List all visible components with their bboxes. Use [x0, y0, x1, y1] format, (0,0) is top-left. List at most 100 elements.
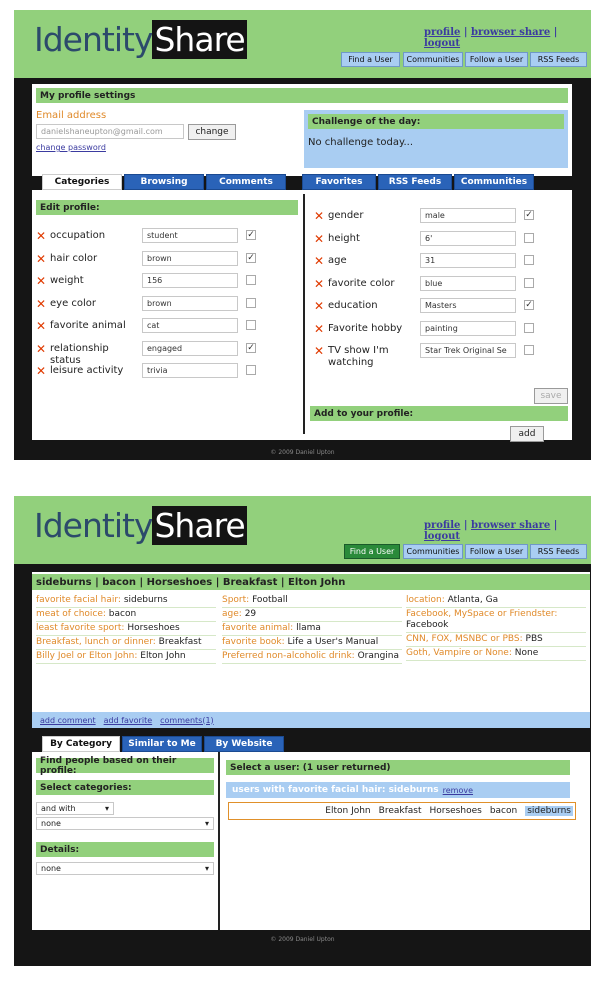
details-select[interactable]: none ▾ [36, 862, 214, 875]
field-value[interactable]: 31 [420, 253, 516, 268]
field-label: weight [50, 275, 84, 286]
remove-icon[interactable]: ✕ [36, 365, 46, 377]
change-password-link[interactable]: change password [36, 143, 106, 152]
remove-icon[interactable]: ✕ [36, 230, 46, 242]
attribute-value: PBS [525, 634, 543, 644]
add-button[interactable]: add [510, 426, 544, 442]
tab-rss-feeds[interactable]: RSS Feeds [378, 174, 452, 190]
visibility-checkbox[interactable]: ✓ [246, 230, 256, 240]
visibility-checkbox[interactable]: ✓ [246, 342, 256, 353]
attribute-key: favorite book: [222, 637, 285, 647]
nav-find-user[interactable]: Find a User [341, 52, 400, 67]
field-value[interactable]: Masters [420, 298, 516, 313]
remove-icon[interactable]: ✕ [36, 298, 46, 310]
nav-communities[interactable]: Communities [403, 544, 463, 559]
and-with-select[interactable]: and with ▾ [36, 802, 114, 815]
visibility-checkbox[interactable] [524, 255, 534, 265]
tab-comments[interactable]: Comments [206, 174, 286, 190]
browser-share-link[interactable]: browser share [471, 27, 550, 38]
nav-follow-user[interactable]: Follow a User [465, 52, 528, 67]
remove-icon[interactable]: ✕ [314, 278, 324, 290]
profile-card: sideburns | bacon | Horseshoes | Breakfa… [32, 572, 590, 728]
field-value[interactable]: trivia [142, 363, 238, 378]
logo[interactable]: IdentityShare [34, 20, 247, 59]
nav-rss-feeds[interactable]: RSS Feeds [530, 544, 587, 559]
field-value[interactable]: 156 [142, 273, 238, 288]
nav-find-user[interactable]: Find a User [344, 544, 400, 559]
save-button[interactable]: save [534, 388, 568, 404]
visibility-checkbox[interactable] [524, 322, 534, 333]
field-value[interactable]: engaged [142, 340, 238, 356]
result-row[interactable]: Elton John Breakfast Horseshoes bacon sidebu… [228, 802, 576, 820]
profile-header: sideburns | bacon | Horseshoes | Breakfa… [32, 574, 590, 590]
nav-rss-feeds[interactable]: RSS Feeds [530, 52, 587, 67]
remove-icon[interactable]: ✕ [314, 255, 324, 267]
result-tag[interactable]: bacon [490, 806, 517, 816]
logo[interactable]: IdentityShare [34, 506, 247, 545]
field-label: relationship status [50, 342, 109, 366]
field-label: hair color [50, 252, 98, 264]
attribute-key: Breakfast, lunch or dinner: [36, 637, 156, 647]
remove-icon[interactable]: ✕ [314, 323, 324, 335]
field-value[interactable]: brown [142, 295, 238, 311]
logout-link[interactable]: logout [424, 38, 460, 49]
visibility-checkbox[interactable] [246, 275, 256, 285]
tab-browsing[interactable]: Browsing [124, 174, 204, 190]
panel-divider [303, 194, 305, 434]
tab-similar-to-me[interactable]: Similar to Me [122, 736, 202, 752]
visibility-checkbox[interactable] [246, 365, 256, 375]
nav-follow-user[interactable]: Follow a User [465, 544, 528, 559]
category-select[interactable]: none ▾ [36, 817, 214, 830]
visibility-checkbox[interactable] [524, 277, 534, 288]
field-value[interactable]: 6' [420, 230, 516, 246]
remove-icon[interactable]: ✕ [314, 210, 324, 222]
remove-icon[interactable]: ✕ [36, 320, 46, 332]
remove-icon[interactable]: ✕ [36, 343, 46, 355]
remove-filter-link[interactable]: remove [443, 786, 473, 795]
remove-icon[interactable]: ✕ [36, 275, 46, 287]
result-tag[interactable]: Breakfast [379, 806, 422, 816]
change-email-button[interactable]: change [188, 124, 236, 140]
field-value[interactable]: student [142, 228, 238, 243]
visibility-checkbox[interactable]: ✓ [246, 252, 256, 263]
field-value[interactable]: painting [420, 320, 516, 336]
field-value[interactable]: male [420, 208, 516, 223]
visibility-checkbox[interactable] [524, 232, 534, 243]
remove-icon[interactable]: ✕ [314, 300, 324, 312]
field-value[interactable]: blue [420, 275, 516, 291]
add-comment-link[interactable]: add comment [40, 716, 96, 725]
field-value[interactable]: cat [142, 318, 238, 333]
tab-by-category[interactable]: By Category [42, 736, 120, 752]
and-with-value: and with [41, 804, 76, 813]
result-tag[interactable]: Horseshoes [429, 806, 481, 816]
tab-favorites[interactable]: Favorites [302, 174, 376, 190]
logout-link[interactable]: logout [424, 531, 460, 542]
email-field[interactable]: danielshaneupton@gmail.com [36, 124, 184, 139]
tab-communities[interactable]: Communities [454, 174, 534, 190]
remove-icon[interactable]: ✕ [314, 233, 324, 245]
filter-bar: users with favorite facial hair: sidebur… [226, 782, 570, 798]
result-tag[interactable]: sideburns [525, 806, 573, 816]
visibility-checkbox[interactable] [246, 297, 256, 308]
visibility-checkbox[interactable]: ✓ [524, 300, 534, 310]
attribute-value: sideburns [123, 595, 168, 605]
profile-link[interactable]: profile [424, 520, 460, 531]
browser-share-link[interactable]: browser share [471, 520, 550, 531]
profile-link[interactable]: profile [424, 27, 460, 38]
nav-communities[interactable]: Communities [403, 52, 463, 67]
field-label: height [328, 232, 360, 244]
field-value[interactable]: Star Trek Original Se [420, 343, 516, 358]
remove-icon[interactable]: ✕ [314, 345, 324, 357]
field-value[interactable]: brown [142, 250, 238, 266]
visibility-checkbox[interactable] [524, 345, 534, 355]
add-favorite-link[interactable]: add favorite [104, 716, 153, 725]
visibility-checkbox[interactable] [246, 320, 256, 330]
visibility-checkbox[interactable]: ✓ [524, 210, 534, 220]
tab-by-website[interactable]: By Website [204, 736, 284, 752]
remove-icon[interactable]: ✕ [36, 253, 46, 265]
field-label: eye color [50, 297, 97, 309]
tab-categories[interactable]: Categories [42, 174, 122, 190]
result-tag[interactable]: Elton John [325, 806, 370, 816]
comments-link[interactable]: comments(1) [160, 716, 214, 725]
attribute-value: bacon [108, 609, 137, 619]
